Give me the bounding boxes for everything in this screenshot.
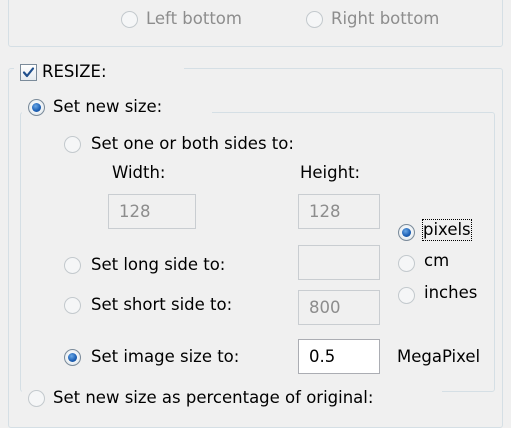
width-input[interactable]: 128 [108, 194, 196, 229]
checkmark-icon [22, 67, 35, 78]
pixels-radio[interactable] [398, 224, 415, 241]
inches-radio[interactable] [398, 287, 415, 304]
resize-checkbox[interactable] [20, 64, 37, 81]
set-sides-radio[interactable] [64, 136, 81, 153]
right-bottom-label: Right bottom [331, 9, 440, 28]
resize-label: RESIZE: [42, 62, 107, 81]
set-long-side-label: Set long side to: [91, 255, 226, 274]
set-long-side-radio[interactable] [64, 257, 81, 274]
set-image-size-radio[interactable] [64, 349, 81, 366]
left-bottom-label: Left bottom [146, 9, 242, 28]
cm-radio[interactable] [398, 255, 415, 272]
cm-label: cm [424, 251, 450, 270]
width-label: Width: [112, 163, 166, 182]
megapixel-unit-label: MegaPixel [397, 347, 481, 366]
left-bottom-radio[interactable] [121, 11, 138, 28]
set-new-size-label: Set new size: [53, 97, 163, 116]
right-bottom-radio[interactable] [306, 11, 323, 28]
height-label: Height: [300, 163, 361, 182]
height-input[interactable]: 128 [298, 194, 380, 229]
radio-dot-icon [68, 353, 77, 362]
pixels-label: pixels [422, 219, 472, 241]
set-new-size-radio[interactable] [28, 99, 45, 116]
inches-label: inches [424, 283, 478, 302]
set-sides-label: Set one or both sides to: [91, 134, 294, 153]
percentage-radio[interactable] [28, 390, 45, 407]
short-side-input[interactable]: 800 [298, 290, 380, 325]
set-image-size-label: Set image size to: [91, 347, 240, 366]
set-short-side-radio[interactable] [64, 297, 81, 314]
percentage-label: Set new size as percentage of original: [53, 388, 374, 407]
image-size-input[interactable]: 0.5 [298, 339, 380, 374]
radio-dot-icon [32, 103, 41, 112]
long-side-input[interactable] [298, 245, 380, 280]
radio-dot-icon [402, 228, 411, 237]
set-short-side-label: Set short side to: [91, 295, 233, 314]
